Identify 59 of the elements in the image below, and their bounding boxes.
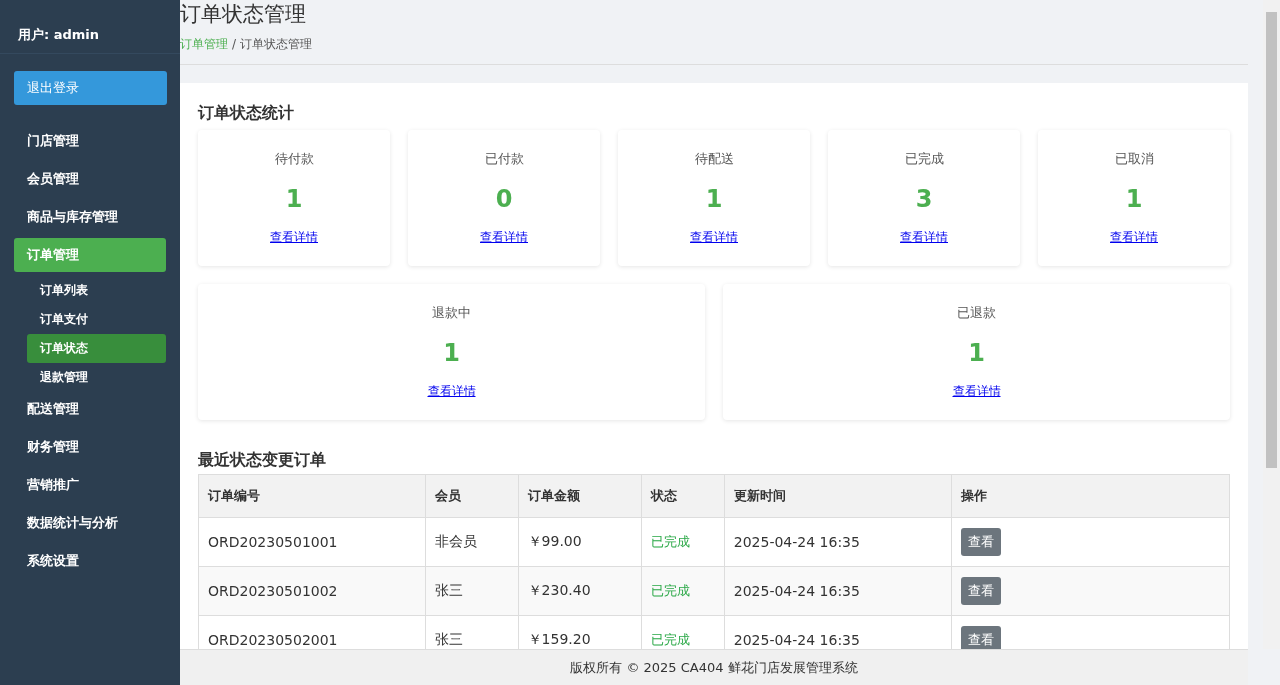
table-cell: ORD20230501002 bbox=[198, 566, 426, 616]
sidebar-item[interactable]: 营销推广 bbox=[14, 468, 166, 502]
breadcrumb-item: 订单状态管理 bbox=[240, 37, 313, 51]
stat-count: 3 bbox=[915, 184, 933, 213]
details-link[interactable]: 查看详情 bbox=[270, 229, 318, 246]
stat-label: 待配送 bbox=[694, 150, 734, 168]
page-title: 订单状态管理 bbox=[180, 1, 307, 28]
stat-count: 0 bbox=[495, 184, 513, 213]
details-link[interactable]: 查看详情 bbox=[427, 383, 476, 400]
column-header: 更新时间 bbox=[724, 474, 952, 518]
breadcrumb-separator: / bbox=[232, 37, 237, 51]
column-header: 订单编号 bbox=[198, 474, 426, 518]
scrollbar[interactable] bbox=[1263, 0, 1280, 649]
table-cell: 张三 bbox=[425, 566, 519, 616]
stat-count: 1 bbox=[443, 338, 460, 367]
table-cell: ￥99.00 bbox=[518, 517, 642, 567]
column-header: 状态 bbox=[641, 474, 725, 518]
column-header: 操作 bbox=[951, 474, 1230, 518]
sidebar-item[interactable]: 数据统计与分析 bbox=[14, 506, 166, 540]
sidebar-item[interactable]: 系统设置 bbox=[14, 544, 166, 578]
section-title: 订单状态统计 bbox=[198, 103, 295, 124]
section-title: 最近状态变更订单 bbox=[198, 450, 327, 471]
sidebar-subitem[interactable]: 订单支付 bbox=[27, 305, 166, 334]
details-link[interactable]: 查看详情 bbox=[690, 229, 738, 246]
view-button[interactable]: 查看 bbox=[960, 626, 1001, 649]
sidebar-item[interactable]: 商品与库存管理 bbox=[14, 200, 166, 234]
status-cell: 已完成 bbox=[641, 566, 725, 616]
view-button[interactable]: 查看 bbox=[960, 528, 1001, 556]
sidebar-subitem[interactable]: 订单状态 bbox=[27, 334, 166, 363]
table-cell: ORD20230501001 bbox=[198, 517, 426, 567]
stat-label: 已退款 bbox=[957, 304, 996, 322]
view-button[interactable]: 查看 bbox=[960, 577, 1001, 605]
table-cell: 非会员 bbox=[425, 517, 519, 567]
stat-label: 已取消 bbox=[1114, 150, 1154, 168]
stat-count: 1 bbox=[1125, 184, 1143, 213]
stat-label: 退款中 bbox=[432, 304, 471, 322]
stat-count: 1 bbox=[705, 184, 723, 213]
table-cell: 2025-04-24 16:35 bbox=[724, 517, 952, 567]
table-cell: 2025-04-24 16:35 bbox=[724, 566, 952, 616]
stat-label: 已完成 bbox=[904, 150, 944, 168]
status-cell: 已完成 bbox=[641, 517, 725, 567]
sidebar-item[interactable]: 配送管理 bbox=[14, 392, 166, 426]
stat-label: 待付款 bbox=[274, 150, 314, 168]
column-header: 会员 bbox=[425, 474, 519, 518]
footer: 版权所有 © 2025 CA404 鲜花门店发展管理系统 bbox=[180, 649, 1248, 685]
sidebar-item[interactable]: 财务管理 bbox=[14, 430, 166, 464]
table-cell: ￥230.40 bbox=[518, 566, 642, 616]
sidebar-item[interactable]: 会员管理 bbox=[14, 162, 166, 196]
details-link[interactable]: 查看详情 bbox=[952, 383, 1001, 400]
details-link[interactable]: 查看详情 bbox=[1110, 229, 1158, 246]
details-link[interactable]: 查看详情 bbox=[900, 229, 948, 246]
details-link[interactable]: 查看详情 bbox=[480, 229, 528, 246]
sidebar-subitem[interactable]: 订单列表 bbox=[27, 276, 166, 305]
stat-count: 1 bbox=[285, 184, 303, 213]
sidebar-subitem[interactable]: 退款管理 bbox=[27, 363, 166, 392]
stat-count: 1 bbox=[968, 338, 985, 367]
column-header: 订单金额 bbox=[518, 474, 642, 518]
sidebar-item[interactable]: 门店管理 bbox=[14, 124, 166, 158]
stat-label: 已付款 bbox=[484, 150, 524, 168]
